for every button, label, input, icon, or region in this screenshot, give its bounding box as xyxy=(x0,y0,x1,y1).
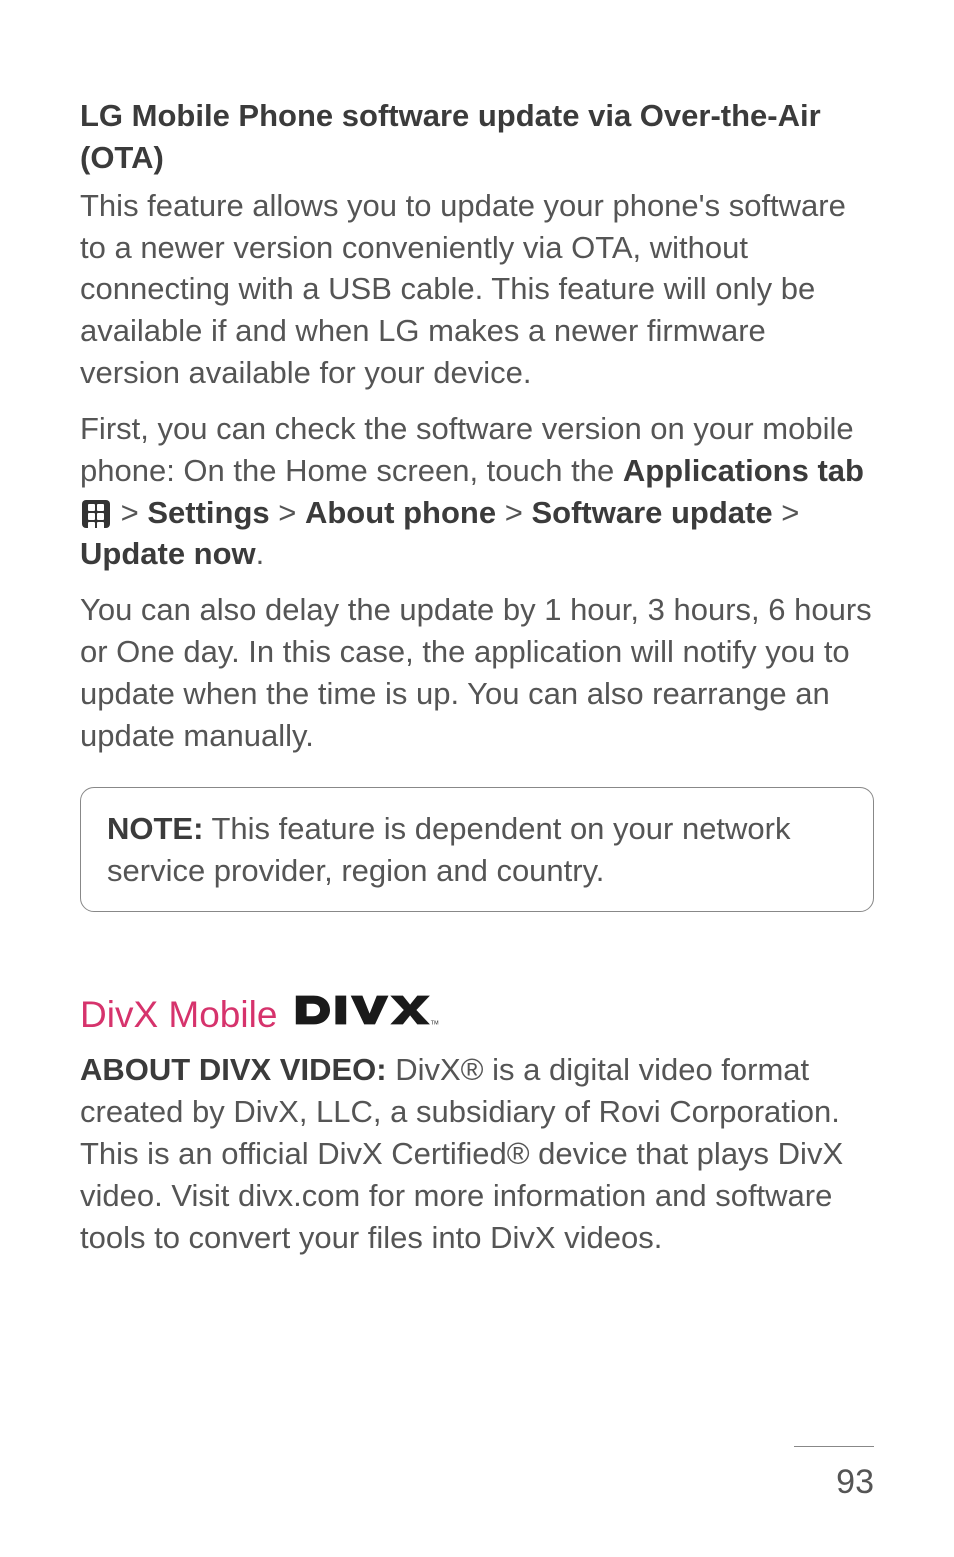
about-phone-label: About phone xyxy=(305,495,496,530)
applications-tab-label: Applications tab xyxy=(623,453,864,488)
apps-grid-icon xyxy=(82,500,110,528)
svg-text:TM: TM xyxy=(431,1021,439,1027)
delay-update-paragraph: You can also delay the update by 1 hour,… xyxy=(80,589,874,756)
divx-section-title: DivX Mobile TM xyxy=(80,992,874,1037)
separator: > xyxy=(773,495,800,530)
about-divx-label: ABOUT DIVX VIDEO: xyxy=(80,1052,387,1087)
separator: > xyxy=(496,495,531,530)
software-update-label: Software update xyxy=(531,495,772,530)
footer-divider xyxy=(794,1446,874,1447)
ota-heading: LG Mobile Phone software update via Over… xyxy=(80,95,874,179)
separator: > xyxy=(121,495,148,530)
settings-label: Settings xyxy=(147,495,269,530)
page-number: 93 xyxy=(836,1451,874,1502)
note-label: NOTE: xyxy=(107,811,203,846)
check-version-paragraph: First, you can check the software versio… xyxy=(80,408,874,575)
update-now-label: Update now xyxy=(80,536,256,571)
about-divx-paragraph: ABOUT DIVX VIDEO: DivX® is a digital vid… xyxy=(80,1049,874,1258)
separator: > xyxy=(270,495,305,530)
document-page: LG Mobile Phone software update via Over… xyxy=(0,0,954,1557)
note-text: This feature is dependent on your networ… xyxy=(107,811,791,888)
text-segment: . xyxy=(256,536,265,571)
divx-title-text: DivX Mobile xyxy=(80,994,277,1036)
note-callout: NOTE: This feature is dependent on your … xyxy=(80,787,874,913)
ota-intro-paragraph: This feature allows you to update your p… xyxy=(80,185,874,394)
divx-logo-icon: TM xyxy=(291,992,441,1037)
